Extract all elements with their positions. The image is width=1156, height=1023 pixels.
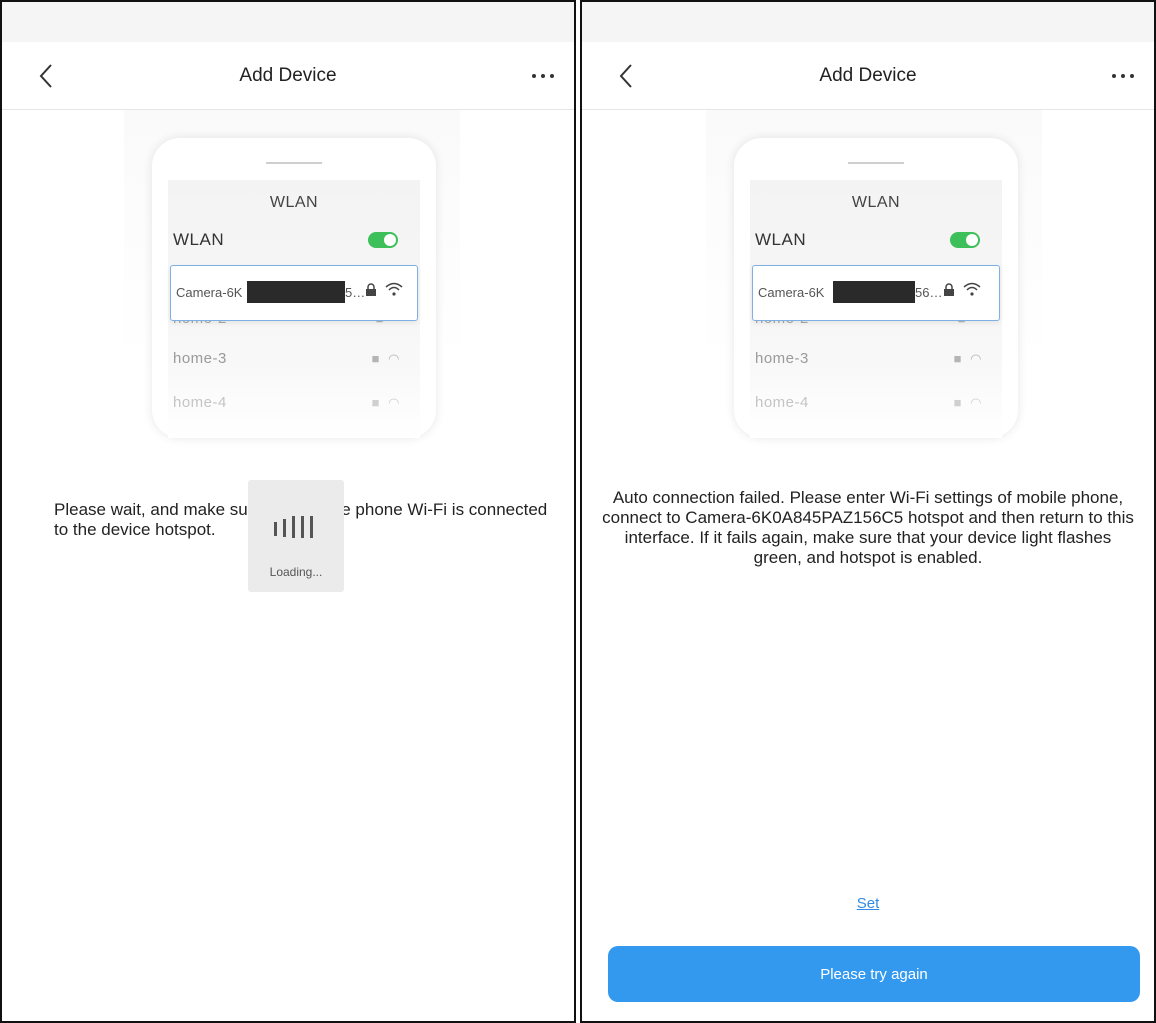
phone-notch — [266, 162, 322, 164]
wlan-label: WLAN — [755, 230, 807, 249]
wifi-icon: ◠ — [388, 395, 400, 410]
camera-network-card: Camera-6K 56… — [752, 265, 1000, 321]
wlan-label: WLAN — [173, 230, 225, 249]
more-dots-icon[interactable] — [526, 64, 560, 88]
connection-failed-message: Auto connection failed. Please enter Wi-… — [602, 488, 1134, 567]
network-name: home-4 — [173, 394, 227, 411]
lock-icon: ■ — [371, 351, 380, 366]
loading-label: Loading... — [269, 565, 323, 579]
network-name: home-3 — [755, 350, 809, 367]
screen-connection-failed: Add Device WLAN WLAN home-2 ■ ◠ home-3 ■… — [580, 0, 1156, 1023]
page-title: Add Device — [819, 65, 917, 86]
loading-overlay: Loading... — [248, 480, 344, 592]
network-row: home-3 ■ ◠ — [755, 350, 982, 367]
redaction-block — [247, 281, 345, 303]
wlan-illustration: WLAN WLAN home-2 ■ ◠ home-3 ■ ◠ home-4 ■… — [706, 110, 1042, 438]
network-row: home-4 ■ ◠ — [173, 394, 400, 411]
camera-network-name: Camera-6K — [758, 285, 825, 300]
app-header: Add Device — [2, 42, 574, 110]
camera-network-name: Camera-6K — [176, 285, 243, 300]
camera-network-card: Camera-6K 5… — [170, 265, 418, 321]
status-bar — [582, 2, 1154, 42]
try-again-button[interactable]: Please try again — [608, 946, 1140, 1002]
lock-icon — [944, 283, 954, 296]
lock-icon: ■ — [371, 395, 380, 410]
camera-network-suffix: 56… — [915, 285, 943, 300]
network-name: home-3 — [173, 350, 227, 367]
wlan-illustration: WLAN WLAN home-2 ■ ◠ home-3 ■ ◠ home-4 ■… — [124, 110, 460, 438]
lock-icon — [366, 283, 376, 296]
redaction-block — [833, 281, 915, 303]
wifi-icon: ◠ — [970, 351, 982, 366]
status-bar — [2, 2, 574, 42]
wlan-toggle — [950, 232, 980, 248]
lock-icon: ■ — [953, 395, 962, 410]
set-link[interactable]: Set — [582, 895, 1154, 912]
wifi-icon: ◠ — [970, 395, 982, 410]
app-header: Add Device — [582, 42, 1154, 110]
wlan-toggle — [368, 232, 398, 248]
network-row: home-3 ■ ◠ — [173, 350, 400, 367]
wifi-icon — [385, 282, 403, 296]
page-title: Add Device — [239, 65, 337, 86]
network-name: home-4 — [755, 394, 809, 411]
lock-icon: ■ — [953, 351, 962, 366]
wlan-heading: WLAN — [851, 194, 901, 211]
loading-spinner-icon — [274, 516, 313, 538]
wifi-icon: ◠ — [388, 351, 400, 366]
more-dots-icon[interactable] — [1106, 64, 1140, 88]
phone-notch — [848, 162, 904, 164]
wifi-icon — [963, 282, 981, 296]
wlan-heading: WLAN — [269, 194, 319, 211]
camera-network-suffix: 5… — [345, 285, 366, 300]
network-row: home-4 ■ ◠ — [755, 394, 982, 411]
chevron-left-icon[interactable] — [32, 61, 62, 91]
screen-connecting: Add Device WLAN WLAN home-2 ■ ◠ home-3 ■… — [0, 0, 576, 1023]
chevron-left-icon[interactable] — [612, 61, 642, 91]
